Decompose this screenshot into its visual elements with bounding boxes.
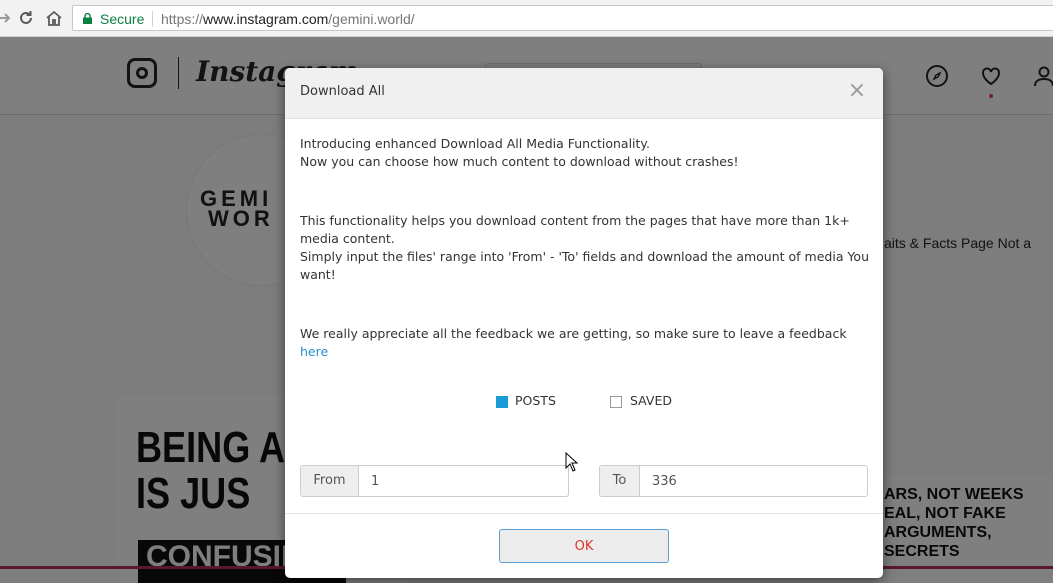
posts-label[interactable]: POSTS [515,393,556,408]
ok-button[interactable]: OK [499,529,669,563]
feedback-text: We really appreciate all the feedback we… [300,326,847,359]
to-input[interactable] [640,466,867,496]
feedback-link[interactable]: here [300,344,328,359]
address-divider [152,11,153,27]
close-icon[interactable]: × [847,80,867,102]
to-field-group: To [599,465,868,497]
saved-label[interactable]: SAVED [630,393,672,408]
download-all-dialog: Download All × Introducing enhanced Down… [285,68,883,578]
home-icon[interactable] [43,7,65,29]
intro-line-2: Now you can choose how much content to d… [300,154,739,169]
description-line-2: Simply input the files' range into 'From… [300,249,870,282]
from-input[interactable] [359,466,568,496]
posts-checkbox[interactable] [496,396,508,408]
from-field-group: From [300,465,569,497]
from-label: From [301,466,359,496]
lock-icon [83,13,92,24]
reload-icon[interactable] [15,7,37,29]
intro-line-1: Introducing enhanced Download All Media … [300,136,650,151]
dialog-header: Download All × [285,68,883,119]
description-line-1: This functionality helps you download co… [300,213,850,246]
dialog-footer-divider [285,513,883,514]
forward-arrow-icon[interactable] [0,7,16,29]
saved-checkbox[interactable] [610,396,622,408]
browser-toolbar: Secure https://www.instagram.com/gemini.… [0,0,1053,37]
dialog-title: Download All [300,84,385,99]
address-bar[interactable]: Secure https://www.instagram.com/gemini.… [72,5,1053,31]
to-label: To [600,466,640,496]
secure-label: Secure [100,11,145,27]
url-text: https://www.instagram.com/gemini.world/ [161,11,415,27]
mouse-cursor-icon [565,452,579,472]
